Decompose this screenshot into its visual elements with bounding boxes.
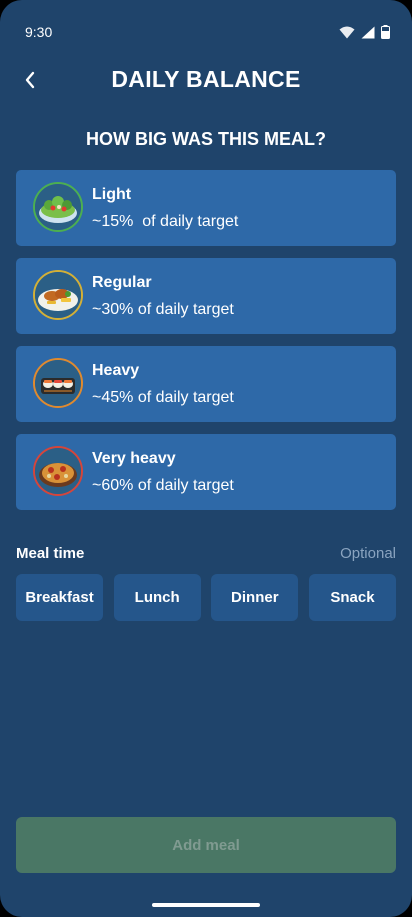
- meal-time-breakfast-button[interactable]: Breakfast: [16, 574, 103, 621]
- optional-label: Optional: [340, 545, 396, 562]
- option-thumbnail: [33, 446, 83, 496]
- option-subtitle: ~60% of daily target: [92, 477, 234, 494]
- pizza-icon: [35, 448, 81, 494]
- app-screen: 9:30 DAILY BALANCE HOW BIG WAS THIS MEAL…: [0, 0, 412, 917]
- option-heavy[interactable]: Heavy ~45% of daily target: [16, 346, 396, 422]
- chicken-plate-icon: [35, 272, 81, 318]
- option-subtitle: ~15% of daily target: [92, 213, 239, 230]
- salad-icon: [35, 184, 81, 230]
- option-title: Very heavy: [92, 450, 176, 467]
- option-very-heavy[interactable]: Very heavy ~60% of daily target: [16, 434, 396, 510]
- option-thumbnail: [33, 270, 83, 320]
- add-meal-button[interactable]: Add meal: [16, 817, 396, 873]
- meal-time-label: Meal time: [16, 545, 85, 562]
- meal-time-options: Breakfast Lunch Dinner Snack: [16, 574, 396, 621]
- home-indicator[interactable]: [152, 903, 260, 907]
- sushi-icon: [35, 360, 81, 406]
- battery-icon: [381, 25, 390, 39]
- option-subtitle: ~30% of daily target: [92, 301, 234, 318]
- option-light[interactable]: Light ~15% of daily target: [16, 170, 396, 246]
- meal-size-question: HOW BIG WAS THIS MEAL?: [86, 129, 326, 149]
- meal-time-dinner-button[interactable]: Dinner: [211, 574, 299, 621]
- status-bar: 9:30: [0, 0, 412, 60]
- meal-time-lunch-button[interactable]: Lunch: [113, 574, 201, 621]
- option-subtitle: ~45% of daily target: [92, 389, 234, 406]
- wifi-icon: [339, 26, 355, 38]
- option-thumbnail: [33, 358, 83, 408]
- option-thumbnail: [33, 182, 83, 232]
- app-bar: DAILY BALANCE: [0, 62, 412, 98]
- option-title: Light: [92, 186, 132, 203]
- option-title: Regular: [92, 274, 152, 291]
- meal-time-snack-button[interactable]: Snack: [308, 574, 396, 621]
- option-regular[interactable]: Regular ~30% of daily target: [16, 258, 396, 334]
- status-time: 9:30: [25, 24, 53, 40]
- meal-size-options: Light ~15% of daily target Regular ~30% …: [16, 170, 396, 522]
- status-icons: [339, 25, 390, 39]
- option-title: Heavy: [92, 362, 140, 379]
- signal-icon: [361, 26, 375, 38]
- page-title: DAILY BALANCE: [111, 66, 301, 92]
